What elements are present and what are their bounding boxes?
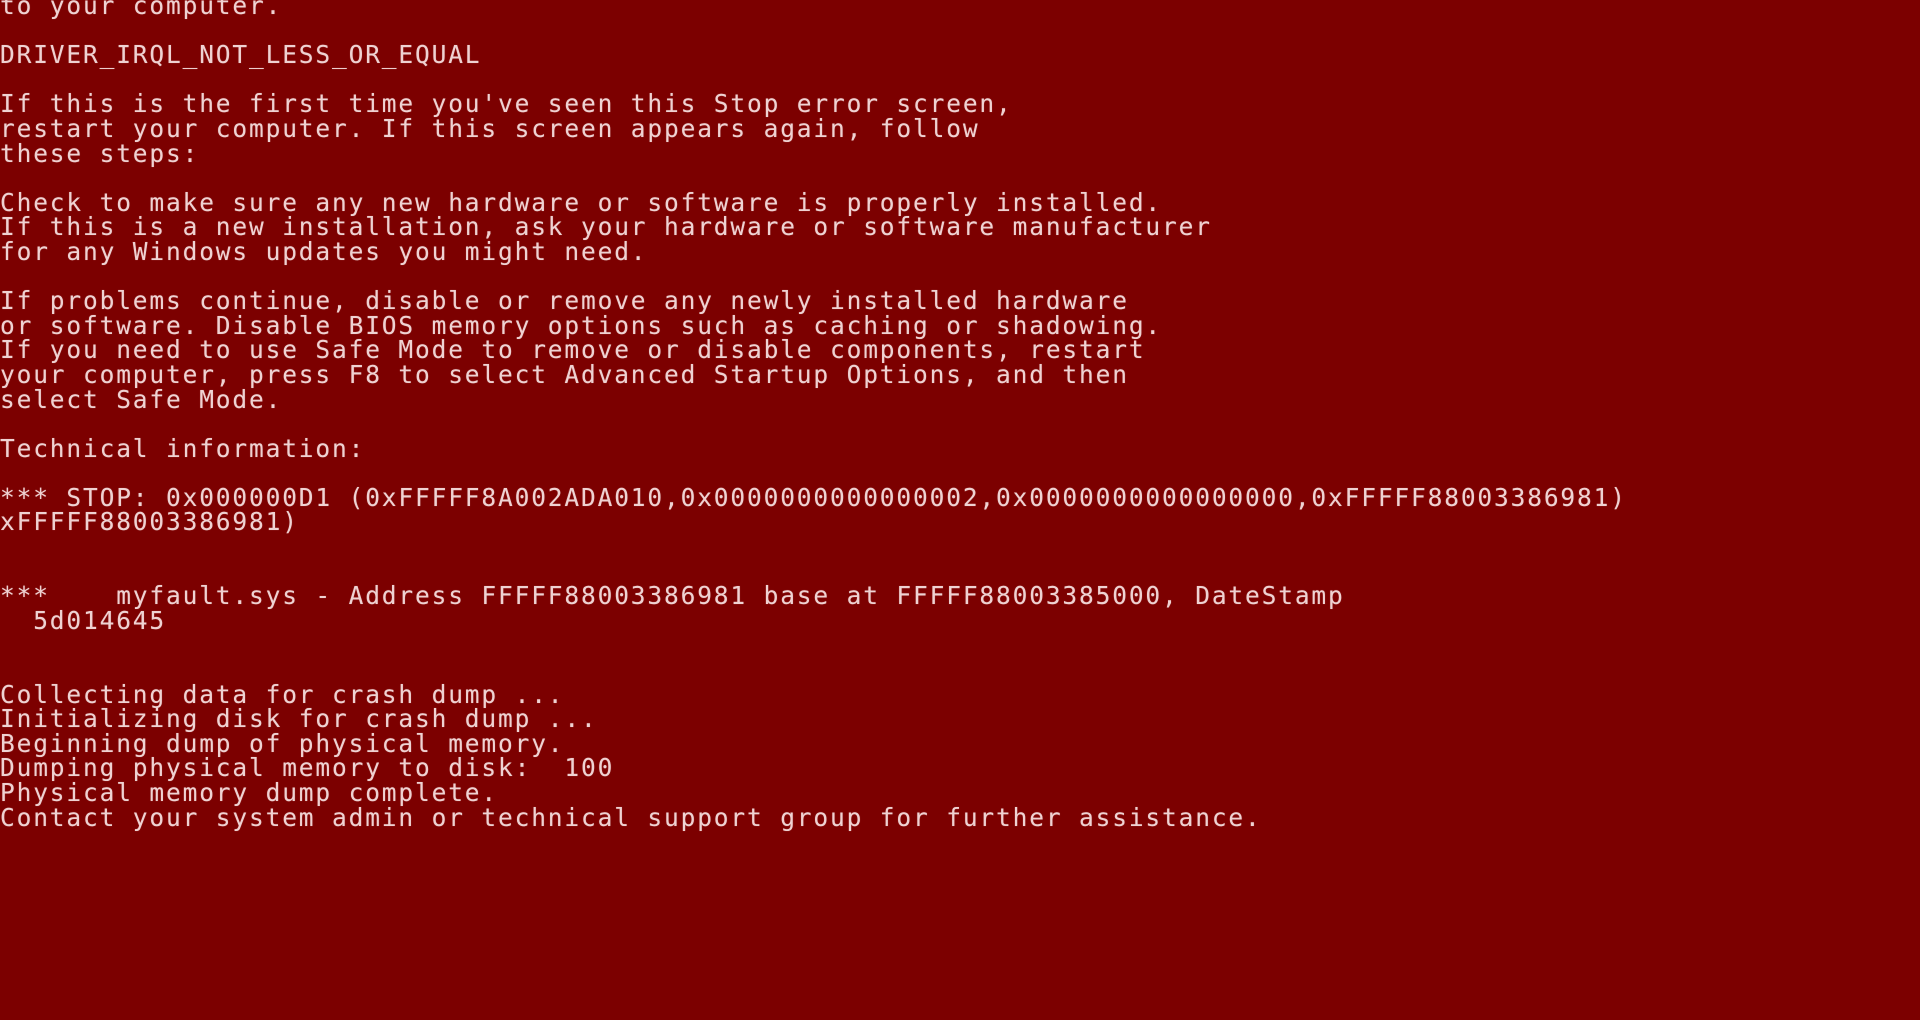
stop-error-line: your computer, press F8 to select Advanc…	[0, 359, 1129, 389]
stop-error-line: for any Windows updates you might need.	[0, 236, 648, 266]
stop-error-line: to your computer.	[0, 0, 283, 20]
stop-error-text-block: to your computer. DRIVER_IRQL_NOT_LESS_O…	[0, 0, 1920, 830]
stop-error-blank-line	[0, 633, 1920, 658]
stop-error-line: Physical memory dump complete.	[0, 778, 499, 807]
stop-error-line: 5d014645	[0, 605, 167, 635]
stop-error-line: xFFFFF88003386981)	[0, 507, 299, 537]
stop-error-line: Technical information:	[0, 433, 366, 463]
stop-error-line: restart your computer. If this screen ap…	[0, 113, 980, 143]
stop-error-blank-line	[0, 658, 1920, 683]
stop-error-line: *** myfault.sys - Address FFFFF880033869…	[0, 581, 1345, 611]
stop-error-blank-line	[0, 412, 1920, 437]
stop-error-line: DRIVER_IRQL_NOT_LESS_OR_EQUAL	[0, 40, 482, 70]
stop-error-line: select Safe Mode.	[0, 384, 283, 414]
stop-error-screen: to your computer. DRIVER_IRQL_NOT_LESS_O…	[0, 0, 1920, 1020]
stop-error-line: Contact your system admin or technical s…	[0, 802, 1262, 832]
stop-error-line: these steps:	[0, 138, 200, 168]
stop-error-blank-line	[0, 535, 1920, 560]
